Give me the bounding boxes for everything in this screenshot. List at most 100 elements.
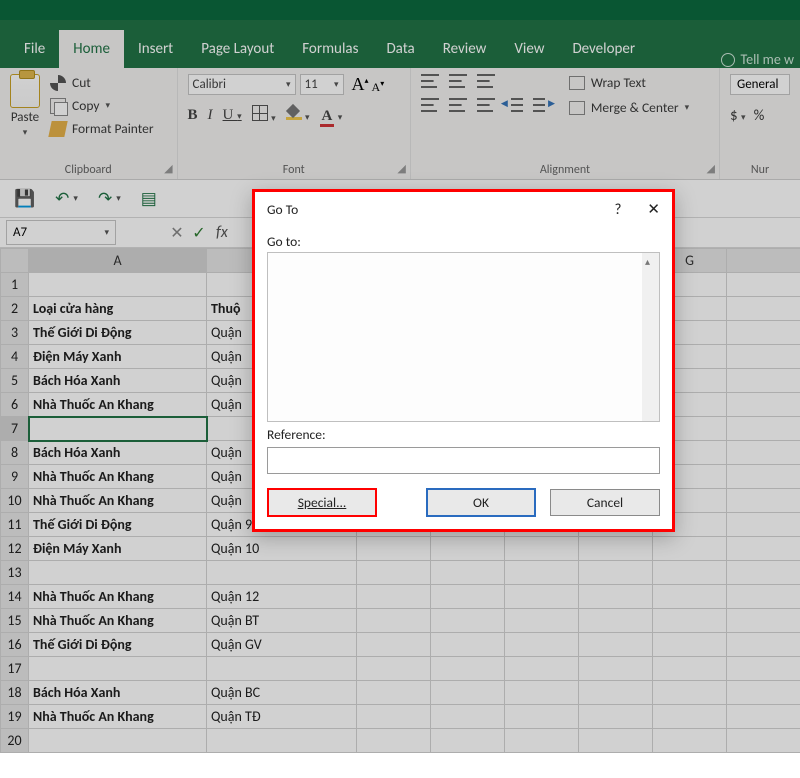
cell[interactable] <box>29 273 207 297</box>
increase-indent-icon[interactable] <box>533 98 551 112</box>
paste-button[interactable]: Paste ▾ <box>10 74 40 138</box>
cell[interactable] <box>579 609 653 633</box>
cell[interactable] <box>357 609 431 633</box>
accounting-format-button[interactable]: $ ▾ <box>730 107 746 125</box>
cell[interactable] <box>653 585 727 609</box>
cell[interactable] <box>579 633 653 657</box>
cell[interactable] <box>431 681 505 705</box>
row-header[interactable]: 8 <box>1 441 29 465</box>
font-color-button[interactable]: A ▾ <box>320 107 343 125</box>
cell[interactable] <box>357 537 431 561</box>
cell[interactable] <box>505 681 579 705</box>
special-button[interactable]: Special... <box>267 488 377 517</box>
bold-button[interactable]: B <box>188 107 198 124</box>
name-box[interactable]: A7▾ <box>6 220 116 245</box>
cell[interactable] <box>653 609 727 633</box>
tab-review[interactable]: Review <box>429 30 501 68</box>
cell[interactable] <box>431 585 505 609</box>
italic-button[interactable]: I <box>208 107 213 124</box>
underline-button[interactable]: U ▾ <box>223 107 242 124</box>
cell[interactable] <box>357 705 431 729</box>
cell[interactable]: Thế Giới Di Động <box>29 633 207 657</box>
ok-button[interactable]: OK <box>426 488 536 517</box>
undo-button[interactable]: ↶ ▾ <box>55 188 78 209</box>
cell[interactable]: Quận TĐ <box>207 705 357 729</box>
cell[interactable] <box>431 609 505 633</box>
cell[interactable] <box>727 441 800 465</box>
cancel-entry-icon[interactable]: ✕ <box>166 223 188 243</box>
row-header[interactable]: 12 <box>1 537 29 561</box>
paste-dropdown-icon[interactable]: ▾ <box>23 127 28 138</box>
cell[interactable] <box>431 537 505 561</box>
cell[interactable] <box>505 633 579 657</box>
cell[interactable] <box>505 537 579 561</box>
cell[interactable] <box>431 657 505 681</box>
dialog-launcher-icon[interactable]: ◢ <box>164 162 172 175</box>
cell[interactable]: Quận BT <box>207 609 357 633</box>
row-header[interactable]: 13 <box>1 561 29 585</box>
cell[interactable] <box>357 681 431 705</box>
merge-center-button[interactable]: Merge & Center ▾ <box>569 99 689 116</box>
cell[interactable] <box>579 729 653 753</box>
cell[interactable] <box>727 633 800 657</box>
cell[interactable] <box>505 705 579 729</box>
cell[interactable] <box>357 633 431 657</box>
cell[interactable] <box>357 729 431 753</box>
cell[interactable] <box>653 705 727 729</box>
cancel-button[interactable]: Cancel <box>550 489 660 516</box>
cell[interactable] <box>579 657 653 681</box>
row-header[interactable]: 9 <box>1 465 29 489</box>
row-header[interactable]: 19 <box>1 705 29 729</box>
redo-button[interactable]: ↷ ▾ <box>98 188 121 209</box>
enter-entry-icon[interactable]: ✓ <box>188 223 210 243</box>
cell[interactable] <box>357 561 431 585</box>
cell[interactable] <box>207 729 357 753</box>
cell[interactable] <box>727 609 800 633</box>
cell[interactable] <box>29 561 207 585</box>
wrap-text-button[interactable]: Wrap Text <box>569 74 689 91</box>
cell[interactable] <box>727 297 800 321</box>
cell[interactable]: Bách Hóa Xanh <box>29 369 207 393</box>
cell[interactable]: Bách Hóa Xanh <box>29 681 207 705</box>
row-header[interactable]: 1 <box>1 273 29 297</box>
cell[interactable] <box>653 681 727 705</box>
goto-listbox[interactable] <box>267 252 660 422</box>
cell[interactable]: Điện Máy Xanh <box>29 537 207 561</box>
align-bottom-icon[interactable] <box>477 74 495 88</box>
cell[interactable] <box>727 561 800 585</box>
cell[interactable] <box>653 633 727 657</box>
dialog-launcher-icon[interactable]: ◢ <box>707 162 715 175</box>
font-size-select[interactable]: 11▾ <box>300 74 344 95</box>
tab-home[interactable]: Home <box>59 30 124 68</box>
fx-icon[interactable]: fx <box>216 223 228 242</box>
tell-me[interactable]: Tell me w <box>721 51 800 68</box>
cell[interactable] <box>653 561 727 585</box>
cell[interactable] <box>357 657 431 681</box>
cell[interactable]: Nhà Thuốc An Khang <box>29 585 207 609</box>
cell[interactable] <box>727 705 800 729</box>
cell[interactable] <box>431 705 505 729</box>
cell[interactable]: Thế Giới Di Động <box>29 513 207 537</box>
cell[interactable]: Thế Giới Di Động <box>29 321 207 345</box>
column-header[interactable] <box>727 249 800 273</box>
cell[interactable] <box>431 729 505 753</box>
cell[interactable] <box>727 273 800 297</box>
cell[interactable] <box>727 657 800 681</box>
cell[interactable] <box>29 729 207 753</box>
row-header[interactable]: 18 <box>1 681 29 705</box>
cell[interactable]: Điện Máy Xanh <box>29 345 207 369</box>
dialog-close-button[interactable]: ✕ <box>647 200 660 219</box>
cell[interactable]: Nhà Thuốc An Khang <box>29 465 207 489</box>
row-header[interactable]: 20 <box>1 729 29 753</box>
cell[interactable] <box>505 585 579 609</box>
tab-formulas[interactable]: Formulas <box>288 30 372 68</box>
dialog-help-button[interactable]: ? <box>614 201 621 219</box>
number-format-select[interactable]: General <box>730 74 790 95</box>
row-header[interactable]: 6 <box>1 393 29 417</box>
column-header[interactable]: A <box>29 249 207 273</box>
shrink-font-icon[interactable]: A▾ <box>372 79 385 95</box>
row-header[interactable]: 17 <box>1 657 29 681</box>
fill-color-button[interactable]: ▾ <box>286 107 310 125</box>
cell[interactable] <box>579 585 653 609</box>
cell[interactable] <box>653 729 727 753</box>
